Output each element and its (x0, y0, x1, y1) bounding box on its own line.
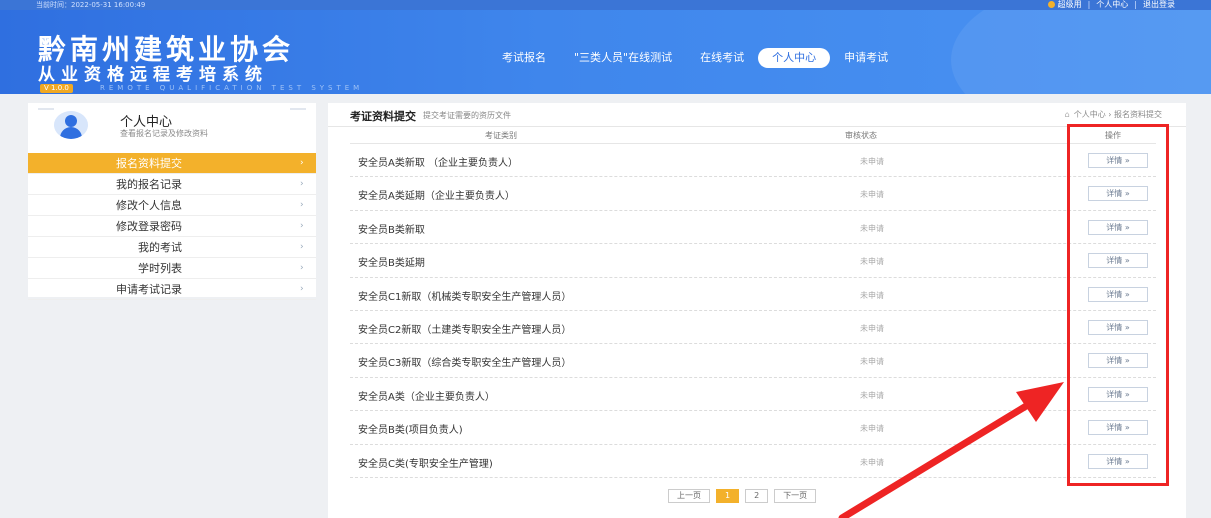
row-category-name: 安全员C3新取（综合类专职安全生产管理人员） (358, 358, 572, 370)
row-status: 未申请 (860, 323, 884, 333)
row-status: 未申请 (860, 390, 884, 400)
breadcrumb: ⌂ 个人中心 › 报名资料提交 (1064, 110, 1162, 119)
row-status: 未申请 (860, 290, 884, 300)
nav-exam-signup[interactable]: 考试报名 (488, 48, 560, 68)
sidebar-desc: 查看报名记录及修改资料 (120, 129, 208, 138)
prev-page-button[interactable]: 上一页 (668, 489, 710, 503)
page-title: 考证资料提交 (350, 110, 416, 123)
table-row: 安全员A类延期（企业主要负责人） 未申请 详情 » (350, 177, 1156, 211)
site-english-name: REMOTE QUALIFICATION TEST SYSTEM (100, 84, 364, 92)
main-nav: 考试报名 "三类人员"在线测试 在线考试 个人中心 申请考试 (488, 48, 902, 68)
nav-personal-center[interactable]: 个人中心 (758, 48, 831, 68)
site-subtitle: 从业资格远程考培系统 (38, 65, 268, 85)
user-name[interactable]: 超级用 (1047, 0, 1082, 10)
sidebar-item-edit-info[interactable]: 修改个人信息 › (28, 195, 316, 216)
page-description: 提交考证需要的资历文件 (423, 111, 511, 120)
table-row: 安全员B类(项目负责人) 未申请 详情 » (350, 411, 1156, 445)
personal-center-link[interactable]: 个人中心 (1096, 0, 1128, 10)
page-button-2[interactable]: 2 (745, 489, 769, 503)
row-category-name: 安全员B类新取 (358, 224, 425, 236)
row-category-name: 安全员C2新取（土建类专职安全生产管理人员） (358, 324, 572, 336)
row-status: 未申请 (860, 190, 884, 200)
chevron-right-icon: › (300, 158, 304, 168)
table-row: 安全员C2新取（土建类专职安全生产管理人员） 未申请 详情 » (350, 311, 1156, 345)
main-panel: 考证资料提交 提交考证需要的资历文件 ⌂ 个人中心 › 报名资料提交 考证类别 审… (328, 103, 1186, 518)
chevron-right-icon: › (300, 263, 304, 273)
nav-online-exam[interactable]: 在线考试 (686, 48, 758, 68)
current-time: 当前时间：2022-05-31 16:00:49 (36, 1, 146, 9)
row-status: 未申请 (860, 424, 884, 434)
row-status: 未申请 (860, 257, 884, 267)
row-category-name: 安全员C1新取（机械类专职安全生产管理人员） (358, 291, 572, 303)
version-badge: V 1.0.0 (40, 84, 73, 93)
chevron-right-icon: › (300, 200, 304, 210)
top-links: 超级用 | 个人中心 | 退出登录 (1047, 0, 1175, 10)
row-category-name: 安全员A类延期（企业主要负责人） (358, 191, 515, 203)
page-button-1[interactable]: 1 (716, 489, 740, 503)
row-category-name: 安全员C类(专职安全生产管理) (358, 458, 493, 470)
sidebar-item-exam-apply-records[interactable]: 申请考试记录 › (28, 279, 316, 300)
sidebar-item-submit-materials[interactable]: 报名资料提交 › (28, 153, 316, 174)
row-status: 未申请 (860, 223, 884, 233)
sidebar-item-my-records[interactable]: 我的报名记录 › (28, 174, 316, 195)
sidebar-item-hours-list[interactable]: 学时列表 › (28, 258, 316, 279)
sidebar: 个人中心 查看报名记录及修改资料 报名资料提交 › 我的报名记录 › 修改个人信息 ›… (28, 103, 316, 300)
table-row: 安全员A类新取 （企业主要负责人） 未申请 详情 » (350, 144, 1156, 178)
table-row: 安全员C1新取（机械类专职安全生产管理人员） 未申请 详情 » (350, 278, 1156, 311)
table-row: 安全员B类新取 未申请 详情 » (350, 211, 1156, 245)
row-category-name: 安全员B类延期 (358, 258, 425, 270)
sidebar-menu: 报名资料提交 › 我的报名记录 › 修改个人信息 › 修改登录密码 › 我的考试 › 学时… (28, 153, 316, 300)
header-decoration (951, 10, 1211, 94)
sidebar-item-change-password[interactable]: 修改登录密码 › (28, 216, 316, 237)
annotation-highlight-box (1067, 124, 1169, 486)
corner-decoration (290, 108, 306, 114)
row-category-name: 安全员A类（企业主要负责人） (358, 391, 495, 403)
user-icon (1047, 1, 1055, 8)
table-row: 安全员C类(专职安全生产管理) 未申请 详情 » (350, 445, 1156, 478)
divider: | (1134, 0, 1137, 9)
chevron-right-icon: › (300, 242, 304, 252)
table-row: 安全员B类延期 未申请 详情 » (350, 244, 1156, 278)
divider: | (1087, 0, 1091, 9)
home-icon: ⌂ (1064, 110, 1070, 119)
row-category-name: 安全员A类新取 （企业主要负责人） (358, 158, 519, 169)
nav-apply-exam[interactable]: 申请考试 (830, 48, 902, 68)
chevron-right-icon: › (300, 221, 304, 231)
top-bar: 当前时间：2022-05-31 16:00:49 超级用 | 个人中心 | 退出… (0, 0, 1211, 10)
sidebar-header: 个人中心 查看报名记录及修改资料 (28, 103, 316, 149)
row-status: 未申请 (860, 357, 884, 367)
table-row: 安全员A类（企业主要负责人） 未申请 详情 » (350, 378, 1156, 412)
panel-header: 考证资料提交 提交考证需要的资历文件 ⌂ 个人中心 › 报名资料提交 (328, 103, 1186, 127)
chevron-right-icon: › (300, 179, 304, 189)
pagination: 上一页 1 2 下一页 (668, 489, 817, 503)
column-header-status: 审核状态 (845, 131, 877, 140)
next-page-button[interactable]: 下一页 (774, 489, 817, 503)
row-category-name: 安全员B类(项目负责人) (358, 425, 463, 437)
site-header: 黔南州建筑业协会 从业资格远程考培系统 V 1.0.0 REMOTE QUALI… (0, 10, 1211, 94)
materials-table: 考证类别 审核状态 操作 安全员A类新取 （企业主要负责人） 未申请 详情 » 安全员… (350, 127, 1156, 478)
avatar-icon (54, 111, 88, 139)
row-status: 未申请 (860, 157, 884, 166)
table-header: 考证类别 审核状态 操作 (350, 127, 1156, 144)
chevron-right-icon: › (300, 284, 304, 294)
row-status: 未申请 (860, 457, 884, 467)
table-row: 安全员C3新取（综合类专职安全生产管理人员） 未申请 详情 » (350, 344, 1156, 378)
corner-decoration (38, 108, 54, 114)
nav-online-test[interactable]: "三类人员"在线测试 (560, 48, 686, 68)
sidebar-item-my-exams[interactable]: 我的考试 › (28, 237, 316, 258)
column-header-category: 考证类别 (485, 131, 517, 140)
logout-link[interactable]: 退出登录 (1143, 0, 1175, 10)
